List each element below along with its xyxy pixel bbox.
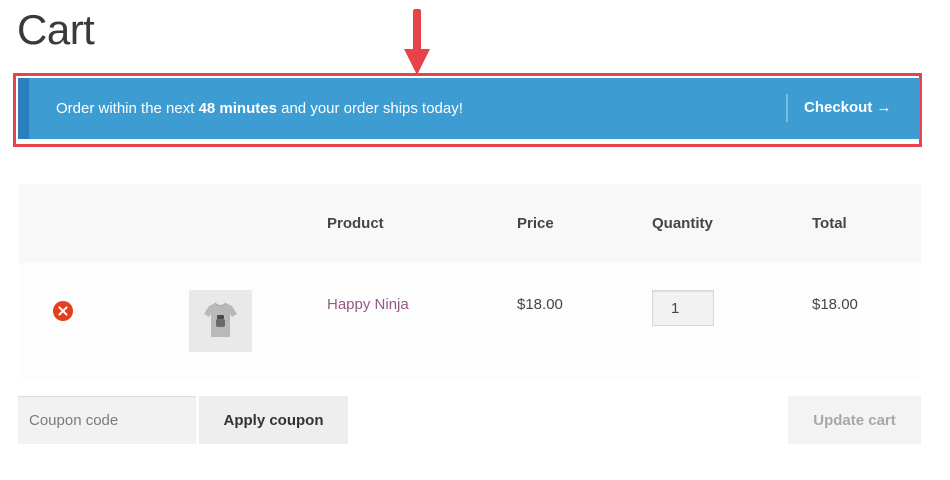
checkout-link[interactable]: Checkout →: [804, 99, 892, 116]
table-row: Happy Ninja $18.00 $18.00: [18, 263, 921, 379]
notice-divider: [786, 94, 788, 122]
header-total: Total: [812, 215, 847, 232]
cart-table: Product Price Quantity Total Happy Ninja…: [18, 184, 921, 379]
product-name-link[interactable]: Happy Ninja: [327, 296, 409, 313]
remove-x-icon[interactable]: [53, 301, 73, 321]
arrow-down-icon: [404, 9, 430, 75]
notice-text-before: Order within the next: [56, 100, 195, 117]
header-price: Price: [517, 215, 554, 232]
notice-message: Order within the next 48 minutes and you…: [56, 100, 463, 117]
header-quantity: Quantity: [652, 215, 713, 232]
tshirt-icon: [204, 302, 237, 337]
notice-countdown: 48 minutes: [198, 100, 277, 117]
item-price: $18.00: [517, 296, 563, 313]
update-cart-button[interactable]: Update cart: [788, 396, 921, 444]
product-thumbnail[interactable]: [189, 290, 252, 352]
apply-coupon-button[interactable]: Apply coupon: [199, 396, 348, 444]
quantity-input[interactable]: [652, 290, 714, 326]
coupon-code-input[interactable]: [18, 396, 196, 444]
page-title: Cart: [17, 6, 95, 53]
item-total: $18.00: [812, 296, 858, 313]
notice-text-after: and your order ships today!: [281, 100, 463, 117]
shipping-notice: Order within the next 48 minutes and you…: [18, 78, 920, 139]
table-header: Product Price Quantity Total: [18, 184, 921, 263]
header-product: Product: [327, 215, 384, 232]
